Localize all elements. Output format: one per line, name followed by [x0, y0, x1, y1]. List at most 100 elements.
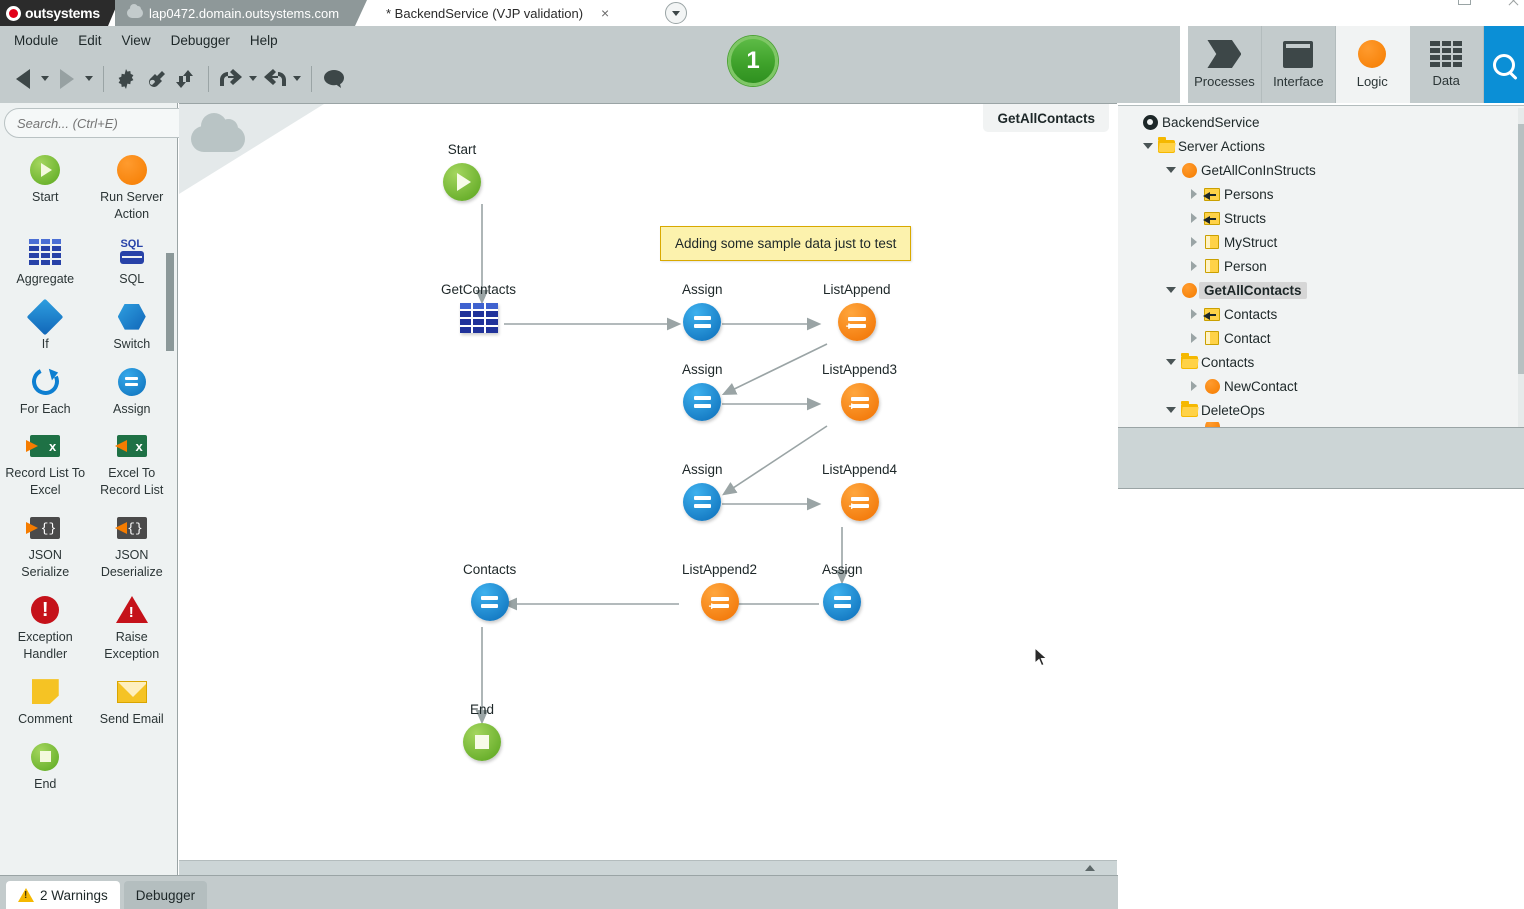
tree-twisty-collapsed[interactable] — [1186, 261, 1202, 271]
toolbox-item-json-deserialize[interactable]: {} JSON Deserialize — [89, 505, 176, 585]
toolbox-item-sql[interactable]: SQL SQL — [89, 229, 176, 292]
menu-item-edit[interactable]: Edit — [68, 30, 111, 51]
tree-twisty-collapsed[interactable] — [1186, 213, 1202, 223]
tree-item-server-actions[interactable]: Server Actions — [1122, 134, 1524, 158]
comment-button[interactable] — [319, 64, 349, 94]
outsystems-logo: outsystems — [0, 0, 119, 26]
toolbox-item-exception-handler[interactable]: ! Exception Handler — [2, 587, 89, 667]
toolbox-item-send-email[interactable]: Send Email — [89, 669, 176, 732]
tree-scrollbar-thumb[interactable] — [1518, 124, 1524, 374]
toolbox-item-switch[interactable]: Switch — [89, 294, 176, 357]
module-tab[interactable]: * BackendService (VJP validation) × — [382, 0, 618, 26]
publish-button[interactable] — [111, 64, 141, 94]
flow-node-end[interactable]: End — [463, 702, 501, 761]
tree-twisty-expanded[interactable] — [1163, 167, 1179, 173]
global-search-button[interactable] — [1483, 26, 1524, 103]
tree-item-contacts-folder[interactable]: Contacts — [1122, 350, 1524, 374]
json-deserialize-icon: {} — [114, 517, 147, 540]
undo-button[interactable] — [216, 64, 246, 94]
search-input[interactable] — [4, 108, 208, 138]
canvas-scrollbar-thumb[interactable] — [179, 862, 1049, 875]
undo-dropdown-button[interactable] — [246, 64, 260, 94]
tree-twisty-collapsed[interactable] — [1186, 189, 1202, 199]
tree-item-mystruct[interactable]: MyStruct — [1122, 230, 1524, 254]
forward-button[interactable] — [52, 64, 82, 94]
tree-scrollbar[interactable] — [1518, 108, 1524, 427]
scroll-up-icon[interactable] — [1085, 865, 1095, 871]
debug-button[interactable] — [141, 64, 171, 94]
tree-twisty-collapsed[interactable] — [1186, 309, 1202, 319]
open-debugger-button[interactable] — [171, 64, 201, 94]
tree-twisty-expanded[interactable] — [1140, 143, 1156, 149]
window-close-icon[interactable] — [1507, 0, 1520, 7]
back-dropdown-button[interactable] — [38, 64, 52, 94]
menu-item-debugger[interactable]: Debugger — [161, 30, 240, 51]
flow-node-assign-1[interactable]: Assign — [682, 282, 723, 341]
menu-item-module[interactable]: Module — [4, 30, 68, 51]
toolbox-item-end[interactable]: End — [2, 734, 89, 797]
flow-canvas[interactable]: GetAllContacts Adding some sample data j… — [179, 103, 1117, 875]
tree-item-contact-struct[interactable]: Contact — [1122, 326, 1524, 350]
redo-dropdown-button[interactable] — [290, 64, 304, 94]
environment-tab[interactable]: lap0472.domain.outsystems.com — [115, 0, 368, 26]
tab-interface[interactable]: Interface — [1261, 26, 1336, 103]
back-button[interactable] — [8, 64, 38, 94]
forward-dropdown-button[interactable] — [82, 64, 96, 94]
menu-item-view[interactable]: View — [112, 30, 161, 51]
tree-item-getallcontacts[interactable]: GetAllContacts — [1122, 278, 1524, 302]
tree-twisty-expanded[interactable] — [1163, 359, 1179, 365]
flow-node-assign-4[interactable]: Assign — [822, 562, 863, 621]
tab-logic[interactable]: Logic — [1335, 26, 1410, 103]
tree-twisty-collapsed[interactable] — [1186, 237, 1202, 247]
toolbox-item-for-each[interactable]: For Each — [2, 359, 89, 422]
toolbox-item-aggregate[interactable]: Aggregate — [2, 229, 89, 292]
tree-item-getallconinstructs[interactable]: GetAllConInStructs — [1122, 158, 1524, 182]
redo-button[interactable] — [260, 64, 290, 94]
tree-item-backendservice[interactable]: BackendService — [1122, 110, 1524, 134]
flow-node-listappend[interactable]: ListAppend + — [823, 282, 891, 341]
flow-node-getcontacts[interactable]: GetContacts — [441, 282, 516, 333]
menu-item-help[interactable]: Help — [240, 30, 288, 51]
toolbox-item-if[interactable]: If — [2, 294, 89, 357]
toolbox-item-run-server-action[interactable]: Run Server Action — [89, 147, 176, 227]
tree-item-person[interactable]: Person — [1122, 254, 1524, 278]
tab-data[interactable]: Data — [1409, 26, 1484, 103]
toolbox-item-record-list-to-excel[interactable]: x Record List To Excel — [2, 423, 89, 503]
flow-node-assign-2[interactable]: Assign — [682, 362, 723, 421]
tree-item-structs[interactable]: Structs — [1122, 206, 1524, 230]
tree-item-persons[interactable]: Persons — [1122, 182, 1524, 206]
tree-twisty-expanded[interactable] — [1163, 407, 1179, 413]
maximize-icon[interactable] — [1458, 0, 1471, 5]
flow-node-assign-3[interactable]: Assign — [682, 462, 723, 521]
toolbox-item-label: Assign — [112, 401, 151, 416]
tab-list-dropdown-button[interactable] — [665, 2, 687, 24]
flow-node-listappend2[interactable]: ListAppend2 + — [682, 562, 757, 621]
tree-twisty-collapsed[interactable] — [1186, 381, 1202, 391]
tab-processes[interactable]: Processes — [1188, 26, 1262, 103]
flow-node-start[interactable]: Start — [443, 142, 481, 201]
logic-icon — [1358, 40, 1387, 68]
toolbox-item-label: If — [41, 336, 49, 351]
toolbox-item-raise-exception[interactable]: Raise Exception — [89, 587, 176, 667]
canvas-horizontal-scrollbar[interactable] — [179, 860, 1117, 875]
tree-twisty-collapsed[interactable] — [1186, 333, 1202, 343]
tree-item-contacts-output[interactable]: Contacts — [1122, 302, 1524, 326]
tab-warnings[interactable]: 2 Warnings — [6, 881, 120, 909]
flow-node-label: Start — [447, 142, 477, 157]
toolbox-scrollbar-thumb[interactable] — [166, 253, 174, 351]
flow-node-listappend4[interactable]: ListAppend4 + — [822, 462, 897, 521]
toolbox-item-comment[interactable]: Comment — [2, 669, 89, 732]
toolbox-item-json-serialize[interactable]: {} JSON Serialize — [2, 505, 89, 585]
toolbox-item-assign[interactable]: Assign — [89, 359, 176, 422]
close-icon[interactable]: × — [601, 6, 609, 20]
flow-comment[interactable]: Adding some sample data just to test — [660, 226, 912, 261]
exception-handler-icon: ! — [31, 595, 60, 624]
toolbox-item-start[interactable]: Start — [2, 147, 89, 227]
tree-item-deleteops[interactable]: DeleteOps — [1122, 398, 1524, 422]
tree-twisty-expanded[interactable] — [1163, 287, 1179, 293]
flow-node-listappend3[interactable]: ListAppend3 + — [822, 362, 897, 421]
tab-debugger[interactable]: Debugger — [123, 881, 208, 909]
tree-item-newcontact[interactable]: NewContact — [1122, 374, 1524, 398]
toolbox-item-excel-to-record-list[interactable]: x Excel To Record List — [89, 423, 176, 503]
flow-node-contacts[interactable]: Contacts — [463, 562, 516, 621]
